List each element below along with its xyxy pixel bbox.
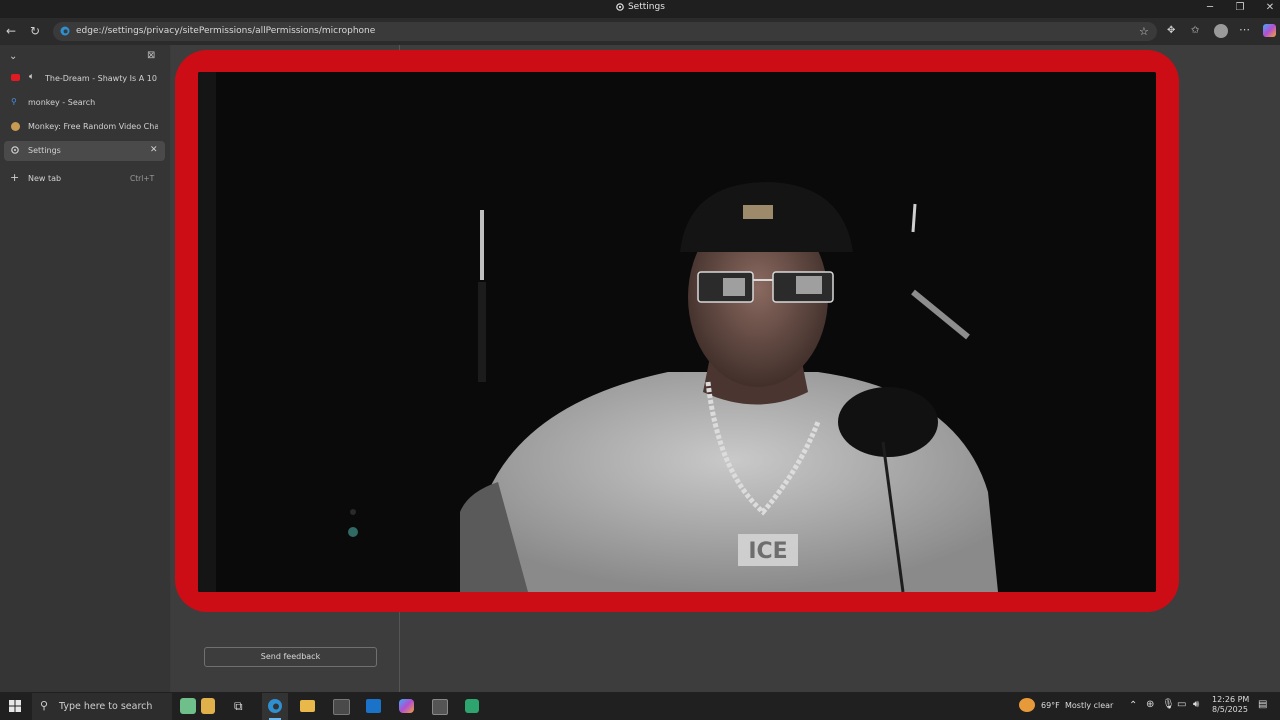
tab-label: Monkey: Free Random Video Chat Li bbox=[28, 122, 158, 131]
search-icon: ⚲ bbox=[40, 699, 49, 712]
monkey-icon bbox=[11, 122, 20, 131]
tab-monkey-video-chat[interactable]: Monkey: Free Random Video Chat Li bbox=[4, 117, 165, 137]
location-icon[interactable]: ⊕ bbox=[1146, 699, 1154, 710]
tab-monkey-search[interactable]: ⚲ monkey - Search bbox=[4, 93, 165, 113]
file-explorer-icon[interactable] bbox=[300, 700, 315, 712]
network-icon[interactable]: ▭ bbox=[1177, 699, 1186, 710]
volume-icon[interactable]: 🔊︎ bbox=[1193, 699, 1199, 710]
clock-time: 12:26 PM bbox=[1212, 695, 1250, 704]
tab-the-dream[interactable]: 🔈︎ The-Dream - Shawty Is A 10 (Of bbox=[4, 69, 165, 89]
copilot-icon[interactable] bbox=[1263, 24, 1276, 37]
chain-pendant-text: ICE bbox=[748, 539, 787, 564]
notification-icon[interactable]: ▤ bbox=[1258, 699, 1267, 710]
close-window-button[interactable]: ✕ bbox=[1255, 0, 1280, 18]
tab-label: The-Dream - Shawty Is A 10 (Of bbox=[45, 74, 160, 83]
weather-temp[interactable]: 69°F bbox=[1041, 701, 1060, 710]
tab-settings[interactable]: Settings ✕ bbox=[4, 141, 165, 161]
outlook-icon[interactable] bbox=[366, 699, 381, 713]
back-button[interactable]: ← bbox=[6, 24, 20, 38]
weather-icon[interactable] bbox=[1019, 698, 1035, 712]
edge-icon bbox=[60, 26, 70, 36]
refresh-button[interactable]: ↻ bbox=[30, 24, 44, 38]
plus-icon: + bbox=[10, 171, 20, 184]
close-tab-icon[interactable]: ✕ bbox=[150, 145, 158, 155]
copilot-taskbar-icon[interactable] bbox=[399, 699, 414, 713]
search-placeholder: Type here to search bbox=[59, 701, 153, 712]
send-feedback-button[interactable]: Send feedback bbox=[204, 647, 377, 667]
gear-icon bbox=[615, 2, 625, 12]
window-title-bar: Settings ─ ❐ ✕ bbox=[0, 0, 1280, 18]
new-tab-button[interactable]: + New tab Ctrl+T bbox=[4, 169, 165, 189]
minimize-button[interactable]: ─ bbox=[1195, 0, 1225, 18]
gear-icon bbox=[10, 145, 20, 155]
extensions-icon[interactable]: ✥ bbox=[1167, 25, 1175, 36]
weather-desc[interactable]: Mostly clear bbox=[1065, 701, 1113, 710]
widget-icon[interactable] bbox=[180, 698, 196, 714]
address-bar[interactable]: edge://settings/privacy/sitePermissions/… bbox=[53, 22, 1157, 41]
clock[interactable]: 12:26 PM 8/5/2025 bbox=[1212, 695, 1250, 714]
search-icon: ⚲ bbox=[11, 97, 17, 106]
chevron-up-icon[interactable]: ⌃ bbox=[1129, 700, 1137, 711]
app-icon[interactable] bbox=[432, 699, 448, 715]
taskbar-search-box[interactable]: ⚲ Type here to search bbox=[32, 693, 172, 720]
app-2-icon[interactable] bbox=[465, 699, 479, 713]
profile-avatar[interactable] bbox=[1214, 24, 1228, 38]
window-title: Settings bbox=[0, 2, 1280, 13]
task-view-icon[interactable]: ⧉ bbox=[234, 699, 243, 714]
speaker-icon[interactable]: 🔈︎ bbox=[29, 72, 34, 82]
youtube-icon bbox=[11, 74, 20, 81]
new-tab-shortcut: Ctrl+T bbox=[130, 174, 155, 183]
store-icon[interactable] bbox=[333, 699, 350, 715]
webcam-video: ICE bbox=[198, 72, 1156, 592]
url-text: edge://settings/privacy/sitePermissions/… bbox=[76, 26, 376, 36]
windows-start-icon[interactable] bbox=[9, 700, 21, 712]
clock-date: 8/5/2025 bbox=[1212, 705, 1248, 714]
chevron-down-icon[interactable]: ⌄ bbox=[9, 51, 17, 62]
microphone-icon[interactable]: 🎙︎ bbox=[1162, 699, 1175, 710]
tab-label: monkey - Search bbox=[28, 98, 96, 107]
favorites-icon[interactable]: ✩ bbox=[1191, 25, 1199, 36]
widget-2-icon[interactable] bbox=[201, 698, 215, 714]
unpin-icon[interactable]: ⊠ bbox=[147, 50, 155, 61]
favorite-star-icon[interactable]: ☆ bbox=[1139, 25, 1149, 38]
restore-button[interactable]: ❐ bbox=[1225, 0, 1255, 18]
tab-label: Settings bbox=[28, 146, 61, 155]
edge-taskbar-button[interactable] bbox=[262, 693, 288, 720]
more-options-icon[interactable]: ⋯ bbox=[1239, 23, 1250, 36]
